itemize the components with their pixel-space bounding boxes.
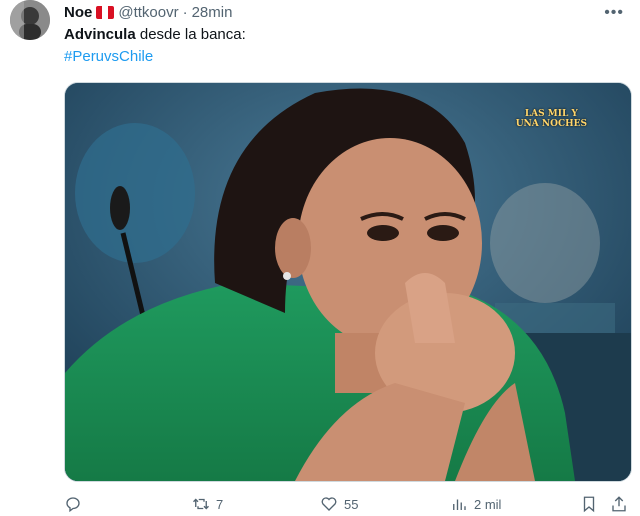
separator-dot: · [182, 3, 188, 21]
views-button[interactable]: 2 mil [450, 494, 501, 514]
hashtag-link[interactable]: #PeruvsChile [64, 46, 246, 68]
bookmark-button[interactable] [580, 494, 604, 514]
like-button[interactable]: 55 [320, 494, 358, 514]
tweet-text: Advincula desde la banca: #PeruvsChile [64, 24, 246, 68]
tweet-media-image[interactable]: LAS MIL Y UNA NOCHES [64, 82, 632, 482]
tv-watermark: LAS MIL Y UNA NOCHES [516, 109, 587, 129]
share-button[interactable] [610, 494, 634, 514]
retweet-button[interactable]: 7 [192, 494, 223, 514]
tweet-body-text: desde la banca: [135, 26, 246, 43]
retweet-count: 7 [216, 496, 224, 512]
watermark-line1: LAS MIL Y [524, 109, 578, 119]
reply-button[interactable] [64, 494, 88, 514]
views-count: 2 mil [474, 496, 502, 512]
heart-icon [321, 497, 337, 511]
share-icon [612, 496, 626, 512]
user-handle[interactable]: @ttkoovr [118, 4, 178, 21]
tweet-bold-text: Advincula [64, 26, 136, 43]
watermark-line2: UNA NOCHES [515, 119, 587, 129]
retweet-icon [193, 498, 209, 510]
like-count: 55 [344, 496, 359, 512]
display-name[interactable]: Noe [64, 4, 92, 21]
bookmark-icon [583, 496, 595, 513]
views-chart-icon [453, 499, 466, 510]
peru-flag-icon [96, 5, 115, 19]
reply-icon [66, 497, 80, 513]
timestamp[interactable]: 28min [192, 4, 233, 21]
tweet-actions: 7 55 2 mil [64, 494, 630, 514]
avatar-image [10, 0, 50, 40]
photo-scene [65, 83, 631, 481]
avatar[interactable] [10, 0, 50, 40]
tweet-header: Noe @ttkoovr · 28min [64, 2, 232, 22]
more-options-icon[interactable]: ••• [604, 4, 624, 22]
